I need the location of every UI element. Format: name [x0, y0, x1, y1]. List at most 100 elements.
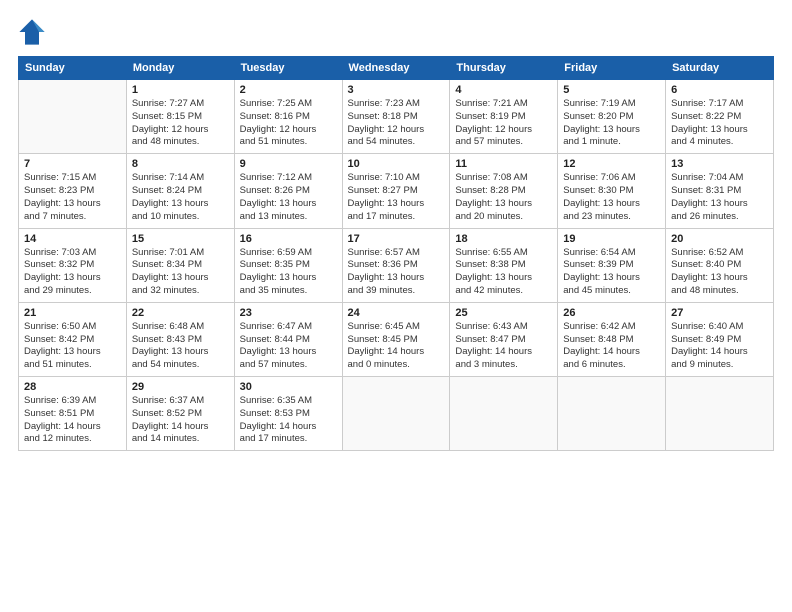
calendar-cell: 22 Sunrise: 6:48 AM Sunset: 8:43 PM Dayli…	[126, 302, 234, 376]
day-number: 28	[24, 381, 121, 393]
day-number: 19	[563, 233, 660, 245]
calendar-day-header: Sunday	[19, 57, 127, 80]
day-number: 15	[132, 233, 229, 245]
day-number: 23	[240, 307, 337, 319]
calendar-cell: 11 Sunrise: 7:08 AM Sunset: 8:28 PM Dayli…	[450, 154, 558, 228]
calendar-cell: 24 Sunrise: 6:45 AM Sunset: 8:45 PM Dayli…	[342, 302, 450, 376]
day-info: Sunrise: 7:14 AM Sunset: 8:24 PM Dayligh…	[132, 172, 229, 223]
day-number: 9	[240, 158, 337, 170]
calendar-cell: 26 Sunrise: 6:42 AM Sunset: 8:48 PM Dayli…	[558, 302, 666, 376]
page: SundayMondayTuesdayWednesdayThursdayFrid…	[0, 0, 792, 612]
day-info: Sunrise: 7:21 AM Sunset: 8:19 PM Dayligh…	[455, 98, 552, 149]
day-number: 26	[563, 307, 660, 319]
day-info: Sunrise: 7:25 AM Sunset: 8:16 PM Dayligh…	[240, 98, 337, 149]
calendar-week-row: 21 Sunrise: 6:50 AM Sunset: 8:42 PM Dayli…	[19, 302, 774, 376]
day-info: Sunrise: 7:12 AM Sunset: 8:26 PM Dayligh…	[240, 172, 337, 223]
day-info: Sunrise: 6:40 AM Sunset: 8:49 PM Dayligh…	[671, 321, 768, 372]
calendar-cell	[558, 377, 666, 451]
day-info: Sunrise: 6:48 AM Sunset: 8:43 PM Dayligh…	[132, 321, 229, 372]
day-info: Sunrise: 7:01 AM Sunset: 8:34 PM Dayligh…	[132, 247, 229, 298]
calendar-cell	[450, 377, 558, 451]
day-info: Sunrise: 6:42 AM Sunset: 8:48 PM Dayligh…	[563, 321, 660, 372]
day-info: Sunrise: 7:17 AM Sunset: 8:22 PM Dayligh…	[671, 98, 768, 149]
calendar-cell: 6 Sunrise: 7:17 AM Sunset: 8:22 PM Daylig…	[666, 80, 774, 154]
calendar-day-header: Thursday	[450, 57, 558, 80]
calendar-week-row: 28 Sunrise: 6:39 AM Sunset: 8:51 PM Dayli…	[19, 377, 774, 451]
calendar-cell: 4 Sunrise: 7:21 AM Sunset: 8:19 PM Daylig…	[450, 80, 558, 154]
calendar-cell: 23 Sunrise: 6:47 AM Sunset: 8:44 PM Dayli…	[234, 302, 342, 376]
day-info: Sunrise: 6:55 AM Sunset: 8:38 PM Dayligh…	[455, 247, 552, 298]
calendar-cell: 28 Sunrise: 6:39 AM Sunset: 8:51 PM Dayli…	[19, 377, 127, 451]
day-number: 18	[455, 233, 552, 245]
calendar-cell	[342, 377, 450, 451]
calendar-day-header: Tuesday	[234, 57, 342, 80]
calendar-cell: 7 Sunrise: 7:15 AM Sunset: 8:23 PM Daylig…	[19, 154, 127, 228]
calendar-cell: 3 Sunrise: 7:23 AM Sunset: 8:18 PM Daylig…	[342, 80, 450, 154]
day-number: 4	[455, 84, 552, 96]
calendar-cell: 25 Sunrise: 6:43 AM Sunset: 8:47 PM Dayli…	[450, 302, 558, 376]
day-number: 29	[132, 381, 229, 393]
day-info: Sunrise: 6:43 AM Sunset: 8:47 PM Dayligh…	[455, 321, 552, 372]
day-info: Sunrise: 6:59 AM Sunset: 8:35 PM Dayligh…	[240, 247, 337, 298]
day-number: 10	[348, 158, 445, 170]
day-number: 11	[455, 158, 552, 170]
day-info: Sunrise: 7:23 AM Sunset: 8:18 PM Dayligh…	[348, 98, 445, 149]
day-number: 27	[671, 307, 768, 319]
calendar-cell: 17 Sunrise: 6:57 AM Sunset: 8:36 PM Dayli…	[342, 228, 450, 302]
calendar-cell: 5 Sunrise: 7:19 AM Sunset: 8:20 PM Daylig…	[558, 80, 666, 154]
calendar-cell: 12 Sunrise: 7:06 AM Sunset: 8:30 PM Dayli…	[558, 154, 666, 228]
day-number: 7	[24, 158, 121, 170]
day-number: 3	[348, 84, 445, 96]
day-info: Sunrise: 6:57 AM Sunset: 8:36 PM Dayligh…	[348, 247, 445, 298]
day-info: Sunrise: 7:04 AM Sunset: 8:31 PM Dayligh…	[671, 172, 768, 223]
calendar-table: SundayMondayTuesdayWednesdayThursdayFrid…	[18, 56, 774, 451]
calendar-week-row: 14 Sunrise: 7:03 AM Sunset: 8:32 PM Dayli…	[19, 228, 774, 302]
day-info: Sunrise: 7:19 AM Sunset: 8:20 PM Dayligh…	[563, 98, 660, 149]
day-info: Sunrise: 6:35 AM Sunset: 8:53 PM Dayligh…	[240, 395, 337, 446]
calendar-week-row: 7 Sunrise: 7:15 AM Sunset: 8:23 PM Daylig…	[19, 154, 774, 228]
calendar-cell: 30 Sunrise: 6:35 AM Sunset: 8:53 PM Dayli…	[234, 377, 342, 451]
calendar-cell: 19Sunrise: 6:54 AM Sunset: 8:39 PM Dayli…	[558, 228, 666, 302]
calendar-day-header: Monday	[126, 57, 234, 80]
day-info: Sunrise: 6:45 AM Sunset: 8:45 PM Dayligh…	[348, 321, 445, 372]
day-number: 14	[24, 233, 121, 245]
calendar-cell: 15 Sunrise: 7:01 AM Sunset: 8:34 PM Dayli…	[126, 228, 234, 302]
day-number: 21	[24, 307, 121, 319]
day-info: Sunrise: 7:06 AM Sunset: 8:30 PM Dayligh…	[563, 172, 660, 223]
day-number: 2	[240, 84, 337, 96]
calendar-day-header: Wednesday	[342, 57, 450, 80]
header	[18, 18, 774, 46]
day-number: 5	[563, 84, 660, 96]
day-number: 25	[455, 307, 552, 319]
day-number: 12	[563, 158, 660, 170]
day-number: 6	[671, 84, 768, 96]
calendar-cell: 9 Sunrise: 7:12 AM Sunset: 8:26 PM Daylig…	[234, 154, 342, 228]
day-info: Sunrise: 6:39 AM Sunset: 8:51 PM Dayligh…	[24, 395, 121, 446]
day-info: Sunrise: 6:52 AM Sunset: 8:40 PM Dayligh…	[671, 247, 768, 298]
calendar-week-row: 1Sunrise: 7:27 AM Sunset: 8:15 PM Daylig…	[19, 80, 774, 154]
day-info: Sunrise: 7:10 AM Sunset: 8:27 PM Dayligh…	[348, 172, 445, 223]
calendar-cell	[666, 377, 774, 451]
calendar-cell: 29 Sunrise: 6:37 AM Sunset: 8:52 PM Dayli…	[126, 377, 234, 451]
day-number: 17	[348, 233, 445, 245]
day-info: Sunrise: 7:08 AM Sunset: 8:28 PM Dayligh…	[455, 172, 552, 223]
calendar-cell: 20Sunrise: 6:52 AM Sunset: 8:40 PM Dayli…	[666, 228, 774, 302]
calendar-day-header: Friday	[558, 57, 666, 80]
day-number: 24	[348, 307, 445, 319]
day-info: Sunrise: 6:47 AM Sunset: 8:44 PM Dayligh…	[240, 321, 337, 372]
calendar-cell: 27 Sunrise: 6:40 AM Sunset: 8:49 PM Dayli…	[666, 302, 774, 376]
calendar-cell: 10 Sunrise: 7:10 AM Sunset: 8:27 PM Dayli…	[342, 154, 450, 228]
calendar-cell: 2 Sunrise: 7:25 AM Sunset: 8:16 PM Daylig…	[234, 80, 342, 154]
calendar-day-header: Saturday	[666, 57, 774, 80]
calendar-header-row: SundayMondayTuesdayWednesdayThursdayFrid…	[19, 57, 774, 80]
day-number: 8	[132, 158, 229, 170]
day-number: 30	[240, 381, 337, 393]
day-info: Sunrise: 7:03 AM Sunset: 8:32 PM Dayligh…	[24, 247, 121, 298]
day-info: Sunrise: 7:15 AM Sunset: 8:23 PM Dayligh…	[24, 172, 121, 223]
day-number: 22	[132, 307, 229, 319]
day-number: 16	[240, 233, 337, 245]
day-info: Sunrise: 6:50 AM Sunset: 8:42 PM Dayligh…	[24, 321, 121, 372]
logo	[18, 18, 50, 46]
day-info: Sunrise: 6:37 AM Sunset: 8:52 PM Dayligh…	[132, 395, 229, 446]
calendar-cell: 1Sunrise: 7:27 AM Sunset: 8:15 PM Daylig…	[126, 80, 234, 154]
